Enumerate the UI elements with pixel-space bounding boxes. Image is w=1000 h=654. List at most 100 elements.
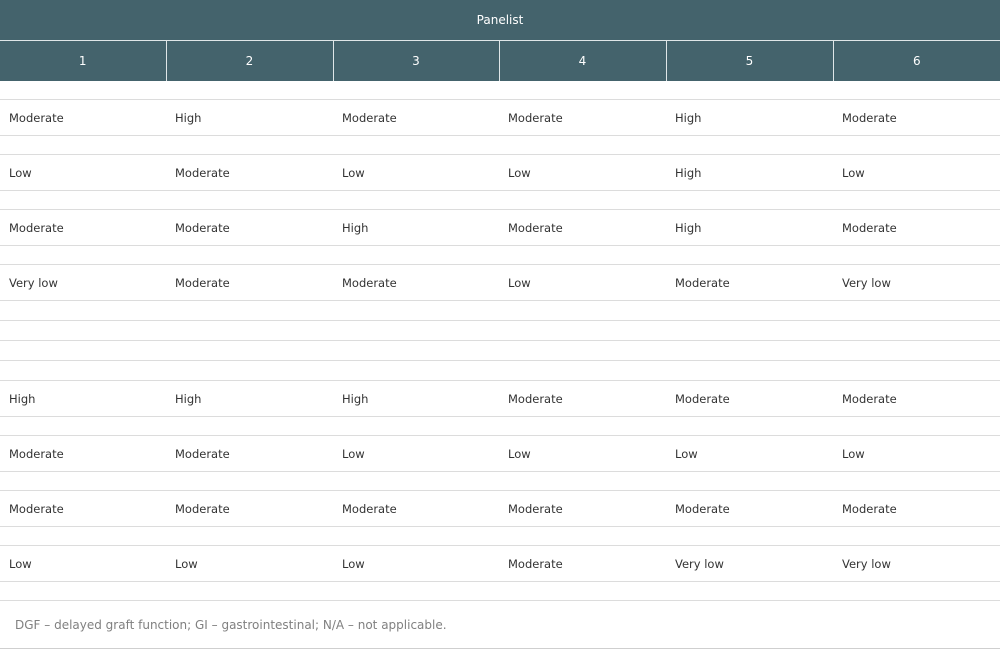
rating-cell: Low — [833, 154, 1000, 191]
rating-cell: Very low — [833, 264, 1000, 301]
rating-cell: Moderate — [666, 490, 833, 527]
rating-cell: Moderate — [499, 209, 666, 246]
rating-cell: Moderate — [666, 380, 833, 417]
spacer-cell — [666, 416, 833, 436]
rating-cell: Low — [333, 154, 499, 191]
spacer-cell — [166, 340, 333, 361]
spacer-cell — [0, 81, 166, 100]
spacer-cell — [166, 190, 333, 210]
spacer-cell — [0, 190, 166, 210]
spacer-cell — [333, 340, 499, 361]
rating-cell: Moderate — [499, 99, 666, 136]
rating-cell: Moderate — [0, 490, 166, 527]
spacer-cell — [166, 81, 333, 100]
table-row: Very low Moderate Moderate Low Moderate Very … — [0, 264, 1000, 301]
rating-cell: Low — [0, 154, 166, 191]
spacer-cell — [333, 300, 499, 321]
spacer-cell — [666, 360, 833, 381]
spacer-cell — [166, 135, 333, 155]
rating-cell: High — [166, 99, 333, 136]
spacer-row — [0, 300, 1000, 321]
spacer-cell — [499, 190, 666, 210]
spacer-cell — [499, 360, 666, 381]
spacer-cell — [833, 340, 1000, 361]
panelist-group-header: Panelist — [0, 0, 1000, 41]
rating-cell: Low — [333, 435, 499, 472]
column-header-5: 5 — [665, 40, 833, 81]
spacer-cell — [499, 245, 666, 265]
spacer-cell — [333, 245, 499, 265]
table-row: Low Moderate Low Low High Low — [0, 154, 1000, 191]
rating-cell: Very low — [666, 545, 833, 582]
rating-cell: High — [166, 380, 333, 417]
spacer-cell — [833, 581, 1000, 601]
table-footnote: DGF – delayed graft function; GI – gastr… — [0, 601, 1000, 649]
spacer-cell — [166, 416, 333, 436]
spacer-cell — [499, 135, 666, 155]
table-row: Moderate Moderate Low Low Low Low — [0, 435, 1000, 472]
rating-cell: Moderate — [166, 490, 333, 527]
spacer-cell — [0, 340, 166, 361]
column-header-3: 3 — [332, 40, 499, 81]
panelist-ratings-table: Panelist 123456 Moderate High Moderate Mode… — [0, 0, 1000, 601]
rating-cell: Low — [499, 154, 666, 191]
spacer-cell — [333, 81, 499, 100]
spacer-cell — [333, 416, 499, 436]
rating-cell: High — [0, 380, 166, 417]
rating-cell: Moderate — [833, 490, 1000, 527]
rating-cell: Very low — [833, 545, 1000, 582]
spacer-cell — [166, 245, 333, 265]
spacer-cell — [666, 581, 833, 601]
rating-cell: Low — [0, 545, 166, 582]
spacer-row — [0, 471, 1000, 491]
column-header-2: 2 — [165, 40, 333, 81]
rating-cell: Low — [166, 545, 333, 582]
spacer-cell — [666, 245, 833, 265]
spacer-cell — [0, 320, 166, 341]
spacer-row — [0, 320, 1000, 341]
spacer-cell — [166, 471, 333, 491]
spacer-cell — [333, 190, 499, 210]
rating-cell: Very low — [0, 264, 166, 301]
spacer-cell — [499, 320, 666, 341]
spacer-row — [0, 190, 1000, 210]
spacer-row — [0, 135, 1000, 155]
spacer-cell — [666, 340, 833, 361]
rating-cell: Low — [499, 264, 666, 301]
spacer-cell — [666, 320, 833, 341]
rating-cell: High — [666, 209, 833, 246]
rating-cell: High — [333, 380, 499, 417]
rating-cell: Moderate — [0, 209, 166, 246]
spacer-cell — [833, 190, 1000, 210]
rating-cell: Moderate — [333, 99, 499, 136]
rating-cell: Moderate — [0, 435, 166, 472]
spacer-cell — [0, 416, 166, 436]
table-row: Moderate Moderate Moderate Moderate Moderate… — [0, 490, 1000, 527]
rating-cell: Moderate — [0, 99, 166, 136]
spacer-cell — [333, 471, 499, 491]
column-header-6: 6 — [832, 40, 1000, 81]
spacer-cell — [833, 135, 1000, 155]
spacer-cell — [666, 190, 833, 210]
spacer-cell — [666, 471, 833, 491]
spacer-row — [0, 360, 1000, 381]
table-row: High High High Moderate Moderate Moderate — [0, 380, 1000, 417]
rating-cell: Moderate — [333, 264, 499, 301]
spacer-cell — [166, 526, 333, 546]
table-row: Moderate Moderate High Moderate High Moderate — [0, 209, 1000, 246]
spacer-cell — [333, 581, 499, 601]
spacer-cell — [499, 340, 666, 361]
spacer-cell — [0, 581, 166, 601]
rating-cell: Moderate — [833, 209, 1000, 246]
spacer-row — [0, 245, 1000, 265]
rating-cell: Low — [499, 435, 666, 472]
spacer-row — [0, 416, 1000, 436]
spacer-cell — [666, 300, 833, 321]
rating-cell: Moderate — [333, 490, 499, 527]
spacer-cell — [0, 526, 166, 546]
spacer-cell — [0, 471, 166, 491]
spacer-cell — [666, 526, 833, 546]
spacer-cell — [499, 300, 666, 321]
rating-cell: Moderate — [499, 490, 666, 527]
spacer-cell — [833, 526, 1000, 546]
